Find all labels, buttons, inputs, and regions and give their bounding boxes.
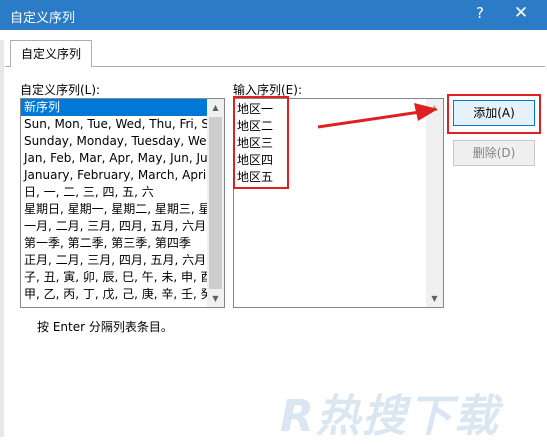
delete-button[interactable]: 删除(D) <box>453 140 535 166</box>
hint-text: 按 Enter 分隔列表条目。 <box>37 320 173 334</box>
arrow-head <box>414 103 438 121</box>
watermark: R热搜下载 <box>280 391 500 442</box>
arrow-line <box>317 110 421 129</box>
add-button[interactable]: 添加(A) <box>453 100 535 126</box>
tab-custom-lists[interactable]: 自定义序列 <box>10 40 92 67</box>
